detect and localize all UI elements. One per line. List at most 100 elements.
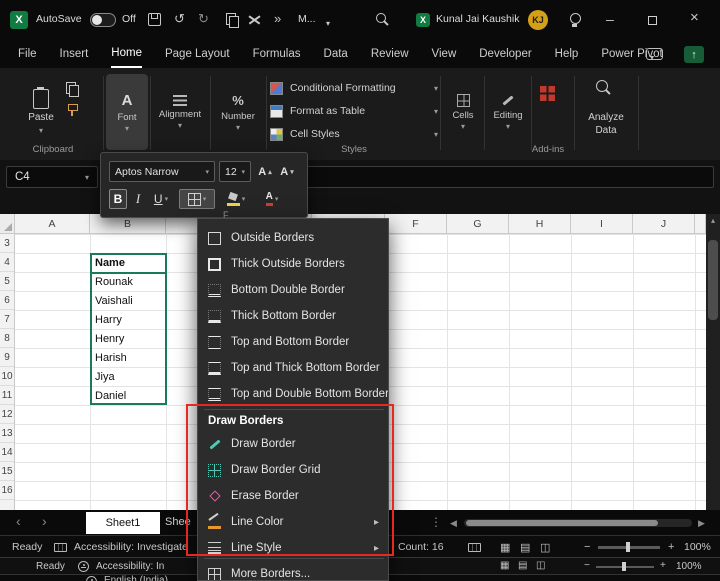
zoom-out-icon[interactable]: −: [584, 560, 590, 571]
cell-b4-name-header[interactable]: Name: [92, 253, 164, 272]
font-name-combo[interactable]: Aptos Narrow ▾: [109, 161, 215, 182]
tab-review[interactable]: Review: [371, 42, 409, 67]
shrink-font-button[interactable]: A▾: [277, 161, 297, 182]
menu-item-top-and-double-bottom-border[interactable]: Top and Double Bottom Border: [198, 381, 388, 407]
format-as-table-button[interactable]: Format as Table ▾: [270, 101, 438, 121]
column-header[interactable]: [695, 214, 706, 234]
fill-color-button[interactable]: ▾: [221, 189, 251, 209]
format-painter-icon[interactable]: [66, 104, 78, 117]
row-header[interactable]: 3: [0, 234, 14, 253]
menu-item-thick-outside-borders[interactable]: Thick Outside Borders: [198, 251, 388, 277]
zoom-slider-knob-2[interactable]: [622, 562, 626, 571]
save-icon[interactable]: [148, 13, 161, 26]
qat-more-item[interactable]: M...: [298, 13, 316, 25]
column-header[interactable]: A: [15, 214, 90, 234]
row-header[interactable]: 15: [0, 462, 14, 481]
vertical-scrollbar[interactable]: ▴: [706, 214, 720, 510]
tab-page-layout[interactable]: Page Layout: [165, 42, 230, 67]
comments-icon[interactable]: [646, 48, 663, 60]
row-header[interactable]: 13: [0, 424, 14, 443]
underline-button[interactable]: U ▾: [149, 189, 173, 209]
grow-font-button[interactable]: A▴: [255, 161, 275, 182]
row-header[interactable]: 12: [0, 405, 14, 424]
menu-item-draw-border[interactable]: Draw Border: [198, 431, 388, 457]
ribbon-group-editing[interactable]: Editing ▾: [487, 74, 529, 150]
menu-item-top-and-thick-bottom-border[interactable]: Top and Thick Bottom Border: [198, 355, 388, 381]
qat-overflow-icon[interactable]: »: [274, 11, 281, 27]
column-header[interactable]: G: [447, 214, 509, 234]
row-header[interactable]: 10: [0, 367, 14, 386]
menu-item-erase-border[interactable]: Erase Border: [198, 483, 388, 509]
font-color-button[interactable]: A ▾: [257, 189, 287, 209]
ribbon-group-cells[interactable]: Cells ▾: [444, 74, 482, 150]
scroll-left-icon[interactable]: ◀: [450, 518, 457, 529]
row-header[interactable]: 4: [0, 253, 14, 272]
view-page-break-icon[interactable]: ◫: [536, 560, 545, 571]
zoom-percent[interactable]: 100%: [684, 541, 711, 553]
cell-b6[interactable]: Vaishali: [92, 291, 164, 310]
ribbon-group-font[interactable]: A Font ▾: [106, 74, 148, 150]
row-header[interactable]: 9: [0, 348, 14, 367]
zoom-out-icon[interactable]: −: [584, 541, 590, 553]
menu-item-more-borders[interactable]: More Borders...: [198, 561, 388, 581]
tab-data[interactable]: Data: [324, 42, 348, 67]
analyze-data-icon[interactable]: [596, 80, 612, 96]
view-normal-icon[interactable]: ▦: [500, 541, 510, 554]
cell-b10[interactable]: Jiya: [92, 367, 164, 386]
copy-small-icon[interactable]: [66, 82, 78, 95]
cell-styles-button[interactable]: Cell Styles ▾: [270, 124, 438, 144]
column-header[interactable]: F: [385, 214, 447, 234]
tab-formulas[interactable]: Formulas: [253, 42, 301, 67]
autosave-toggle[interactable]: [90, 13, 116, 27]
column-header[interactable]: H: [509, 214, 571, 234]
vertical-scroll-thumb[interactable]: [708, 240, 718, 320]
horizontal-scroll-thumb[interactable]: [466, 520, 658, 526]
sheet-tab-partial[interactable]: Shee: [165, 516, 191, 528]
tab-view[interactable]: View: [432, 42, 457, 67]
row-header[interactable]: 8: [0, 329, 14, 348]
status-accessibility-2[interactable]: Accessibility: In: [96, 561, 164, 572]
borders-button[interactable]: ▾: [179, 189, 215, 209]
zoom-slider-knob[interactable]: [626, 542, 630, 552]
sheet-tab-active[interactable]: Sheet1: [86, 512, 160, 534]
view-page-break-icon[interactable]: ◫: [540, 541, 550, 554]
menu-item-draw-border-grid[interactable]: Draw Border Grid: [198, 457, 388, 483]
menu-item-line-color[interactable]: Line Color ▸: [198, 509, 388, 535]
redo-icon[interactable]: ↻: [198, 11, 209, 27]
horizontal-scrollbar[interactable]: [464, 519, 692, 527]
status-accessibility[interactable]: Accessibility: Investigate: [74, 541, 188, 553]
row-header[interactable]: 16: [0, 481, 14, 500]
cell-b8[interactable]: Henry: [92, 329, 164, 348]
ellipsis-icon[interactable]: ⋮: [430, 515, 442, 529]
select-all-corner[interactable]: [0, 214, 15, 234]
user-avatar[interactable]: KJ: [528, 10, 548, 30]
add-ins-icon[interactable]: [540, 86, 555, 101]
row-header[interactable]: 11: [0, 386, 14, 405]
zoom-percent-2[interactable]: 100%: [676, 561, 702, 572]
view-page-layout-icon[interactable]: ▤: [520, 541, 530, 554]
view-normal-icon[interactable]: ▦: [500, 560, 509, 571]
name-box[interactable]: C4 ▾: [6, 166, 98, 188]
copy-icon[interactable]: [226, 13, 238, 26]
sheet-next-icon[interactable]: ›: [42, 513, 47, 529]
cell-b7[interactable]: Harry: [92, 310, 164, 329]
view-page-layout-icon[interactable]: ▤: [518, 560, 527, 571]
tab-insert[interactable]: Insert: [60, 42, 89, 67]
restore-button[interactable]: [648, 16, 657, 25]
cell-b9[interactable]: Harish: [92, 348, 164, 367]
close-button[interactable]: ×: [690, 10, 699, 26]
font-size-combo[interactable]: 12 ▾: [219, 161, 251, 182]
column-header[interactable]: I: [571, 214, 633, 234]
scroll-right-icon[interactable]: ▶: [698, 518, 705, 529]
zoom-in-icon[interactable]: +: [668, 541, 674, 553]
search-icon[interactable]: [376, 13, 390, 27]
menu-item-thick-bottom-border[interactable]: Thick Bottom Border: [198, 303, 388, 329]
bold-button[interactable]: B: [109, 189, 127, 209]
sheet-prev-icon[interactable]: ‹: [16, 513, 21, 529]
minimize-button[interactable]: –: [606, 11, 614, 27]
cell-b5[interactable]: Rounak: [92, 272, 164, 291]
paste-button[interactable]: Paste ▾: [20, 74, 62, 150]
menu-item-top-and-bottom-border[interactable]: Top and Bottom Border: [198, 329, 388, 355]
tab-help[interactable]: Help: [555, 42, 579, 67]
row-header[interactable]: 6: [0, 291, 14, 310]
